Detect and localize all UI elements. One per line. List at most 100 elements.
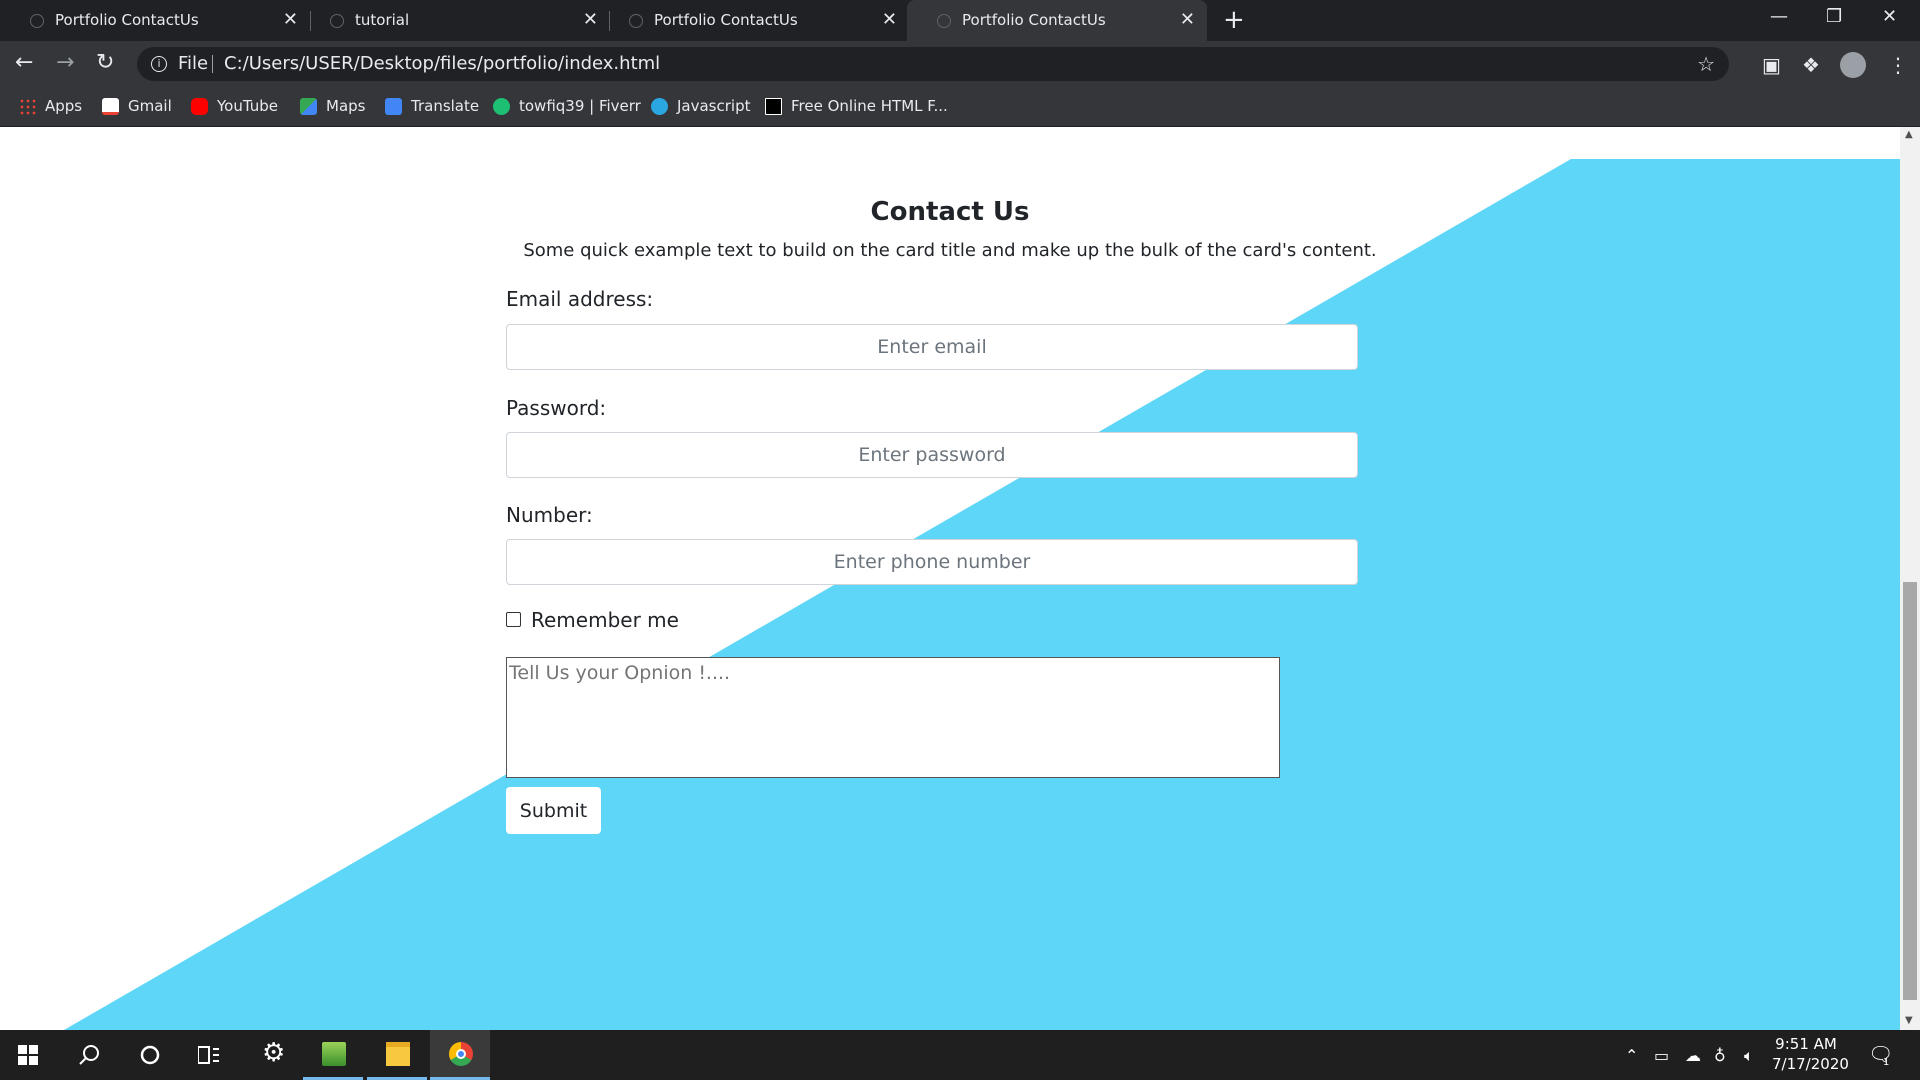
forward-icon[interactable]: → (56, 50, 74, 75)
globe-icon (629, 14, 643, 28)
maps-icon (300, 97, 317, 115)
youtube-icon (191, 97, 208, 115)
tab-4-active[interactable]: Portfolio ContactUs ✕ (907, 0, 1207, 41)
remember-me-label[interactable]: Remember me (531, 608, 679, 632)
minimize-icon[interactable]: — (1770, 6, 1788, 27)
close-icon[interactable]: ✕ (583, 9, 598, 30)
bookmark-apps[interactable]: Apps (19, 95, 82, 117)
bookmark-maps[interactable]: Maps (300, 95, 365, 117)
password-label: Password: (506, 396, 607, 420)
close-icon[interactable]: ✕ (882, 9, 897, 30)
opinion-textarea[interactable] (506, 657, 1280, 778)
clock-date: 7/17/2020 (1772, 1055, 1849, 1073)
new-tab-button[interactable]: + (1223, 5, 1245, 35)
reload-icon[interactable]: ↻ (96, 50, 114, 75)
windows-taskbar: ⚙ ⌃ ▭ ☁ ♁ 🔈︎ 9:51 AM 7/17/2020 🗨︎ 1 (0, 1030, 1920, 1080)
page-scrollbar[interactable]: ▲ ▼ (1900, 127, 1920, 1030)
tab-title: Portfolio ContactUs (962, 11, 1106, 29)
windows-start-icon[interactable] (18, 1045, 38, 1065)
tab-1[interactable]: Portfolio ContactUs ✕ (0, 0, 310, 41)
bookmark-gmail[interactable]: Gmail (102, 95, 172, 117)
menu-kebab-icon[interactable]: ⋮ (1888, 53, 1908, 77)
restore-icon[interactable]: ❐ (1826, 6, 1842, 27)
fiverr-icon (493, 97, 510, 115)
profile-avatar[interactable] (1840, 52, 1866, 78)
bookmark-label: Javascript (677, 97, 751, 115)
gmail-icon (102, 97, 119, 115)
browser-toolbar: ← → ↻ i File C:/Users/USER/Desktop/files… (0, 41, 1920, 87)
scroll-thumb[interactable] (1903, 582, 1917, 1000)
bookmark-label: towfiq39 | Fiverr (519, 97, 641, 115)
system-clock[interactable]: 9:51 AM 7/17/2020 (1772, 1034, 1849, 1074)
clock-time: 9:51 AM (1775, 1035, 1837, 1053)
notepad-icon (322, 1042, 346, 1066)
tab-title: tutorial (355, 11, 410, 29)
globe-icon (30, 14, 44, 28)
email-field[interactable] (506, 324, 1358, 370)
submit-button[interactable]: Submit (506, 787, 601, 834)
window-close-icon[interactable]: ✕ (1882, 6, 1897, 27)
bookmark-label: Apps (45, 97, 83, 115)
address-scheme: File (178, 53, 209, 74)
address-url[interactable]: C:/Users/USER/Desktop/files/portfolio/in… (224, 53, 660, 74)
diagonal-accent-shape (64, 159, 1900, 1030)
page-title: Contact Us (870, 197, 1030, 227)
phone-number-field[interactable] (506, 539, 1358, 585)
back-icon[interactable]: ← (15, 50, 33, 75)
translate-icon (385, 97, 402, 115)
bookmark-label: Free Online HTML F... (791, 97, 948, 115)
extension-icon[interactable]: ▣ (1762, 53, 1781, 77)
scroll-up-arrow-icon[interactable]: ▲ (1905, 129, 1913, 140)
info-icon[interactable]: i (151, 56, 167, 72)
cortana-icon[interactable] (139, 1044, 161, 1066)
bookmark-translate[interactable]: Translate (385, 95, 479, 117)
task-view-icon[interactable] (198, 1045, 220, 1065)
bookmark-free-online-html[interactable]: Free Online HTML F... (765, 95, 948, 117)
tab-strip: Portfolio ContactUs ✕ tutorial ✕ Portfol… (0, 0, 1920, 41)
notepad-app[interactable] (303, 1030, 363, 1080)
settings-icon: ⚙ (262, 1038, 286, 1068)
bookmark-label: YouTube (217, 97, 278, 115)
tab-2[interactable]: tutorial ✕ (300, 0, 610, 41)
address-divider (212, 55, 213, 73)
tab-3[interactable]: Portfolio ContactUs ✕ (599, 0, 909, 41)
close-icon[interactable]: ✕ (1180, 9, 1195, 30)
file-explorer-app[interactable] (367, 1030, 427, 1080)
globe-icon (937, 14, 951, 28)
password-field[interactable] (506, 432, 1358, 478)
email-label: Email address: (506, 287, 654, 311)
ff-icon (765, 97, 782, 115)
action-center-icon[interactable]: 🗨︎ (1868, 1042, 1893, 1066)
apps-grid-icon (19, 97, 36, 115)
bookmark-fiverr[interactable]: towfiq39 | Fiverr (493, 95, 641, 117)
remember-me-checkbox[interactable] (506, 612, 521, 627)
bookmark-label: Translate (411, 97, 480, 115)
settings-app[interactable]: ⚙ (243, 1030, 303, 1080)
battery-icon[interactable]: ▭ (1654, 1046, 1669, 1065)
file-explorer-icon (386, 1042, 410, 1066)
javascript-icon (651, 97, 668, 115)
page-description: Some quick example text to build on the … (523, 240, 1377, 261)
page-viewport: Contact Us Some quick example text to bu… (0, 127, 1900, 1030)
chrome-app[interactable] (430, 1030, 490, 1080)
puzzle-extensions-icon[interactable]: ❖ (1802, 53, 1820, 77)
bookmark-label: Gmail (128, 97, 172, 115)
close-icon[interactable]: ✕ (283, 9, 298, 30)
globe-icon (330, 14, 344, 28)
bookmark-javascript[interactable]: Javascript (651, 95, 750, 117)
tab-title: Portfolio ContactUs (654, 11, 798, 29)
volume-icon[interactable]: 🔈︎ (1744, 1046, 1754, 1066)
bookmark-youtube[interactable]: YouTube (191, 95, 278, 117)
onedrive-cloud-icon[interactable]: ☁ (1685, 1046, 1701, 1065)
search-icon[interactable] (78, 1044, 100, 1066)
scroll-down-arrow-icon[interactable]: ▼ (1905, 1015, 1913, 1026)
show-hidden-icons-chevron-icon[interactable]: ⌃ (1625, 1046, 1638, 1065)
address-bar[interactable]: i File C:/Users/USER/Desktop/files/portf… (137, 47, 1729, 81)
bookmark-label: Maps (326, 97, 366, 115)
bookmark-star-icon[interactable]: ☆ (1697, 52, 1715, 76)
chrome-icon-center (456, 1049, 466, 1059)
tab-title: Portfolio ContactUs (55, 11, 199, 29)
network-globe-icon[interactable]: ♁ (1714, 1046, 1726, 1065)
bookmarks-bar: Apps Gmail YouTube Maps Translate towfiq… (0, 87, 1920, 127)
notification-count: 1 (1883, 1057, 1890, 1068)
